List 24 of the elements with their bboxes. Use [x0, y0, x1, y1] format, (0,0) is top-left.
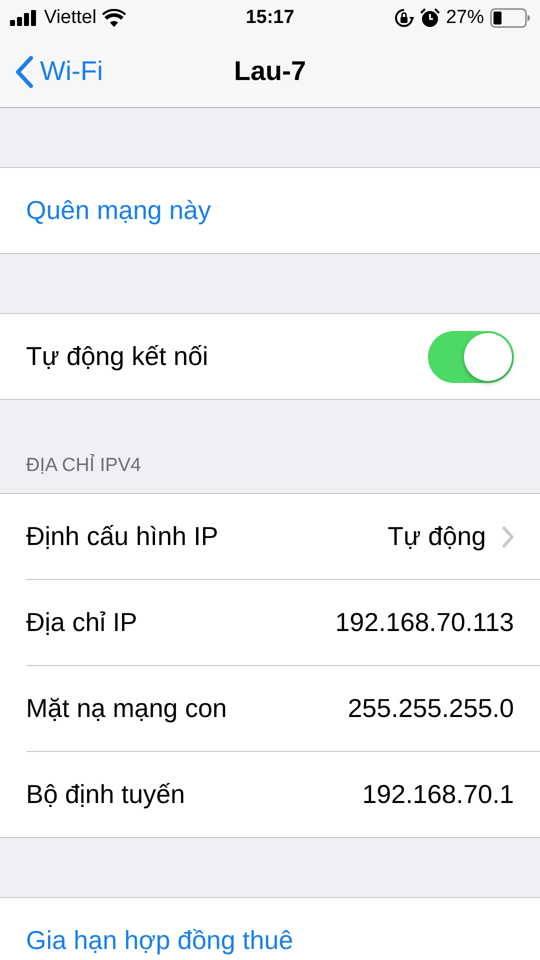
- signal-icon: [10, 10, 38, 26]
- setting-label: Địa chỉ IP: [26, 607, 138, 638]
- toggle-switch[interactable]: [428, 330, 514, 382]
- battery-percent: 27%: [446, 7, 484, 29]
- setting-label: Bộ định tuyến: [26, 779, 186, 810]
- chevron-right-icon: [502, 526, 514, 548]
- section-header: ĐỊA CHỈ IPV4: [26, 455, 142, 477]
- rotation-lock-icon: [394, 8, 414, 28]
- setting-value: 192.168.70.1: [362, 779, 514, 810]
- setting-label: Mặt nạ mạng con: [26, 693, 227, 724]
- setting-value: 192.168.70.113: [335, 607, 514, 638]
- carrier-name: Viettel: [44, 7, 96, 29]
- alarm-icon: [420, 8, 440, 28]
- page-title: Lau-7: [234, 56, 306, 87]
- chevron-left-icon: [14, 54, 34, 88]
- setting-value: 255.255.255.0: [348, 693, 514, 724]
- battery-icon: [490, 8, 530, 28]
- setting-value: Tự động: [388, 521, 486, 552]
- action-link[interactable]: Quên mạng này: [26, 195, 212, 226]
- setting-label: Tự động kết nối: [26, 341, 208, 372]
- setting-label: Định cấu hình IP: [26, 521, 218, 552]
- clock-time: 15:17: [246, 7, 294, 29]
- wifi-icon: [102, 9, 126, 27]
- back-button[interactable]: Wi-Fi: [0, 54, 103, 88]
